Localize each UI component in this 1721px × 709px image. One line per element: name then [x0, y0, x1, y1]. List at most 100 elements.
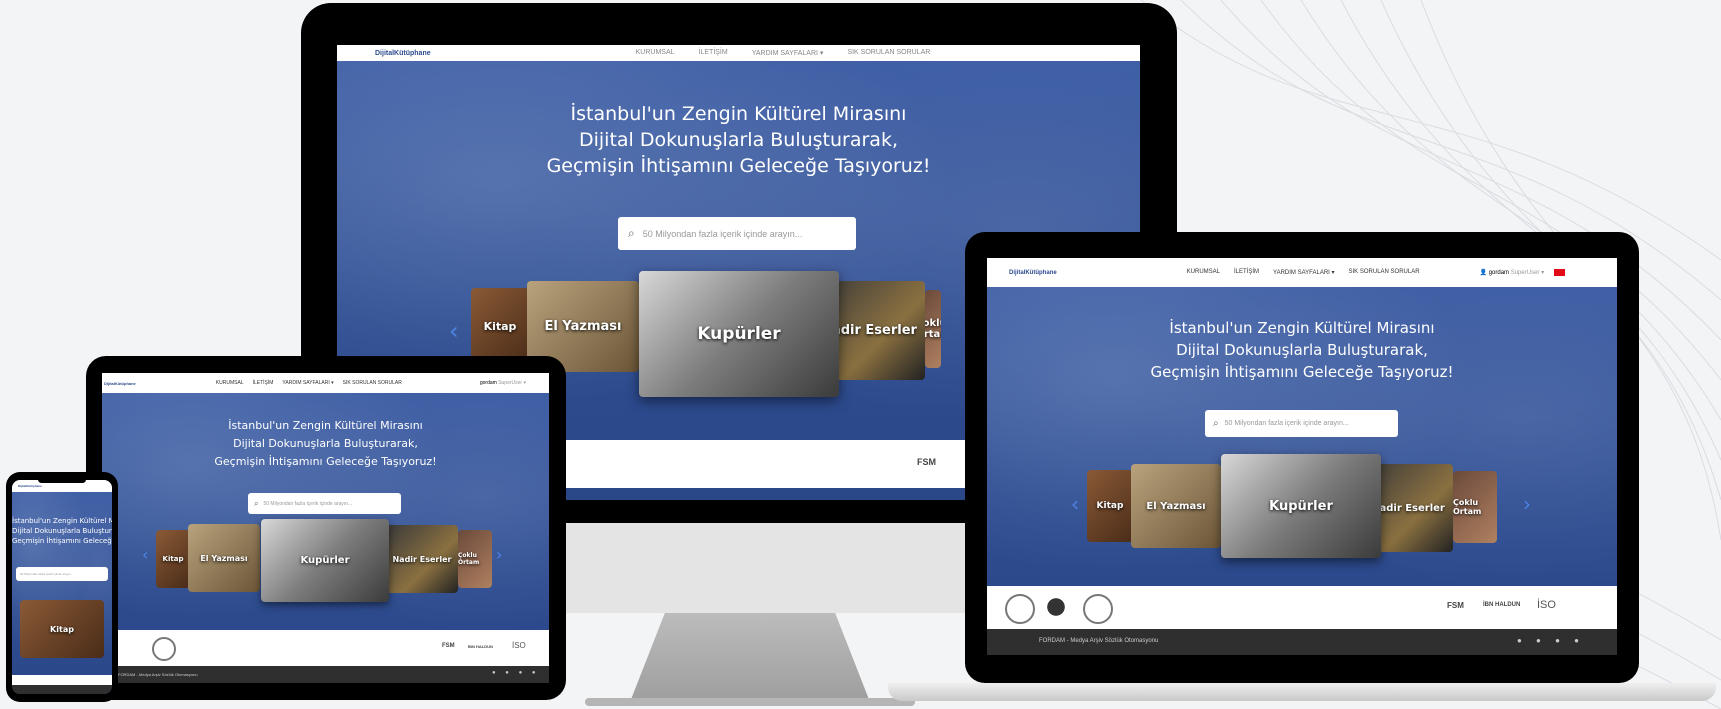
card-label: Kitap [50, 624, 74, 634]
laptop-screen: DijitalKütüphane KURUMSAL İLETİŞİM YARDI… [987, 258, 1617, 655]
search-icon: ⌕ [1213, 418, 1219, 429]
menu-iletisim[interactable]: İLETİŞİM [253, 380, 274, 386]
partner-iso-logo: İSO [1537, 599, 1556, 611]
card-label: Kupürler [697, 324, 781, 344]
category-card-kitap[interactable]: Kitap [471, 288, 529, 364]
headline-line-3: Geçmişin İhtişamını Geleceğe Taşıyoruz! [214, 455, 437, 468]
category-card-kupurler[interactable]: Kupürler [1221, 454, 1381, 558]
card-label: Nadir Eserler [392, 554, 452, 564]
emblem-2-icon [1039, 594, 1073, 620]
card-label: Nadir Eserler [1371, 502, 1445, 514]
category-card-coklu-ortam[interactable]: Çoklu Ortam [1453, 471, 1497, 543]
headline-line-3: Geçmişin İhtişamını Geleceğe Taşıyoruz! [546, 155, 931, 177]
category-card-kupurler[interactable]: Kupürler [639, 271, 839, 397]
phone-notch [38, 476, 86, 483]
card-label: Kitap [162, 555, 184, 563]
emblem-3-icon [1083, 594, 1113, 624]
partner-fsm-logo: FSM [442, 643, 455, 649]
menu-yardim[interactable]: YARDIM SAYFALARI ▾ [1273, 269, 1334, 276]
monitor-stand-base [585, 698, 915, 706]
card-label: Çoklu Ortam [1453, 498, 1482, 516]
category-card-coklu-ortam[interactable]: Çoklu Ortam [925, 290, 941, 368]
headline-line-2: Dijital Dokunuşlarla Buluşturarak, [12, 527, 112, 535]
search-input[interactable]: ⌕ 50 Milyondan fazla içerik içinde arayı… [1205, 410, 1398, 437]
search-placeholder: 50 Milyondan fazla içerik içinde arayın.… [263, 500, 353, 507]
headline-line-3: Geçmişin İhtişamını Geleceğe Taşıyoruz! [12, 537, 112, 545]
menu-sss[interactable]: SIK SORULAN SORULAR [847, 49, 930, 57]
social-icons: ● ● ● ● [1517, 636, 1585, 645]
card-label: El Yazması [200, 553, 248, 563]
social-icons: ● ● ● ● [492, 670, 540, 676]
search-input[interactable]: ⌕ 50 Milyondan fazla içerik içinde arayı… [248, 493, 401, 514]
user-role: SuperUser ▾ [1510, 270, 1545, 276]
language-flag-icon[interactable] [1554, 269, 1566, 276]
partner-ibn-haldun-logo: İBN HALDUN [1483, 602, 1521, 608]
menu-yardim[interactable]: YARDIM SAYFALARI ▾ [282, 380, 333, 386]
headline-line-3: Geçmişin İhtişamını Geleceğe Taşıyoruz! [1150, 363, 1454, 381]
search-placeholder: 50 Milyondan fazla içerik içinde arayın.… [20, 572, 74, 576]
site-logo[interactable]: DijitalKütüphane [18, 484, 42, 488]
partner-ibn-haldun-logo: İBN HALDUN [468, 644, 493, 649]
monitor-stand [630, 610, 870, 702]
search-icon: ⌕ [628, 226, 635, 240]
category-card-kitap[interactable]: Kitap [20, 600, 104, 658]
user-name: gordam [1488, 270, 1510, 276]
site-footer [12, 685, 112, 694]
menu-yardim[interactable]: YARDIM SAYFALARI ▾ [752, 49, 824, 57]
headline-line-2: Dijital Dokunuşlarla Buluşturarak, [1176, 341, 1428, 359]
monitor-navbar: DijitalKütüphane KURUMSAL İLETİŞİM YARDI… [337, 45, 1140, 61]
carousel-prev-arrow[interactable]: ‹ [449, 317, 459, 345]
carousel-prev-arrow[interactable]: ‹ [1071, 492, 1079, 516]
footer-text: FORDAM - Medya Arşiv Sözlük Otomasyonu [1039, 638, 1159, 644]
emblem-3-icon [152, 637, 176, 661]
phone-screen: DijitalKütüphane İstanbul'un Zengin Kült… [12, 480, 112, 694]
search-input[interactable]: ⌕ 50 Milyondan fazla içerik içinde arayı… [618, 217, 856, 250]
hero-headline: İstanbul'un Zengin Kültürel Mirasını Dij… [12, 516, 112, 546]
category-card-coklu-ortam[interactable]: Çoklu Ortam [458, 530, 492, 588]
menu-iletisim[interactable]: İLETİŞİM [699, 49, 728, 57]
menu-kurumsal[interactable]: KURUMSAL [1187, 269, 1220, 276]
card-label: Kitap [483, 319, 517, 333]
user-name: gordam [479, 380, 497, 386]
carousel-next-arrow[interactable]: › [496, 545, 502, 564]
hero-background [12, 480, 112, 694]
menu-sss[interactable]: SIK SORULAN SORULAR [1349, 269, 1420, 276]
card-label: Çoklu Ortam [458, 552, 480, 566]
carousel-prev-arrow[interactable]: ‹ [142, 545, 148, 564]
card-label: El Yazması [544, 319, 622, 334]
user-menu[interactable]: 👤 gordam SuperUser ▾ [1480, 269, 1545, 276]
site-logo[interactable]: DijitalKütüphane [104, 381, 136, 386]
search-input[interactable]: 50 Milyondan fazla içerik içinde arayın.… [16, 567, 108, 581]
category-card-kitap[interactable]: Kitap [1087, 470, 1133, 542]
category-card-kupurler[interactable]: Kupürler [261, 519, 389, 602]
site-logo[interactable]: DijitalKütüphane [1009, 270, 1057, 276]
category-card-el-yazmasi[interactable]: El Yazması [188, 524, 260, 592]
site-logo[interactable]: DijitalKütüphane [375, 50, 431, 57]
phone-frame: DijitalKütüphane İstanbul'un Zengin Kült… [6, 472, 118, 702]
search-placeholder: 50 Milyondan fazla içerik içinde arayın.… [1224, 420, 1349, 427]
headline-line-2: Dijital Dokunuşlarla Buluşturarak, [233, 437, 418, 450]
category-card-el-yazmasi[interactable]: El Yazması [1131, 464, 1221, 548]
tablet-screen: DijitalKütüphane KURUMSAL İLETİŞİM YARDI… [102, 373, 549, 683]
partner-fsm-logo: FSM [1447, 601, 1464, 610]
user-menu[interactable]: gordam SuperUser ▾ [480, 380, 526, 386]
carousel-next-arrow[interactable]: › [1523, 492, 1531, 516]
laptop-navbar: DijitalKütüphane KURUMSAL İLETİŞİM YARDI… [987, 258, 1617, 287]
hero-headline: İstanbul'un Zengin Kültürel Mirasını Dij… [987, 317, 1617, 383]
headline-line-2: Dijital Dokunuşlarla Buluşturarak, [578, 129, 898, 151]
search-placeholder: 50 Milyondan fazla içerik içinde arayın.… [642, 228, 803, 239]
card-label: Kupürler [1269, 498, 1333, 514]
menu-kurumsal[interactable]: KURUMSAL [636, 49, 675, 57]
menu-iletisim[interactable]: İLETİŞİM [1234, 269, 1259, 276]
partner-fsm-logo: FSM [917, 457, 936, 467]
site-footer: FORDAM - Medya Arşiv Sözlük Otomasyonu ●… [102, 666, 549, 683]
category-card-nadir-eserler[interactable]: Nadir Eserler [386, 525, 458, 593]
menu-kurumsal[interactable]: KURUMSAL [216, 380, 244, 386]
search-icon: ⌕ [254, 498, 259, 508]
user-role: SuperUser ▾ [498, 380, 526, 386]
card-label: Kitap [1096, 501, 1124, 511]
category-card-kitap[interactable]: Kitap [156, 530, 190, 588]
menu-sss[interactable]: SIK SORULAN SORULAR [343, 380, 402, 386]
partner-strip [12, 675, 112, 685]
user-icon: 👤 [1479, 270, 1488, 276]
